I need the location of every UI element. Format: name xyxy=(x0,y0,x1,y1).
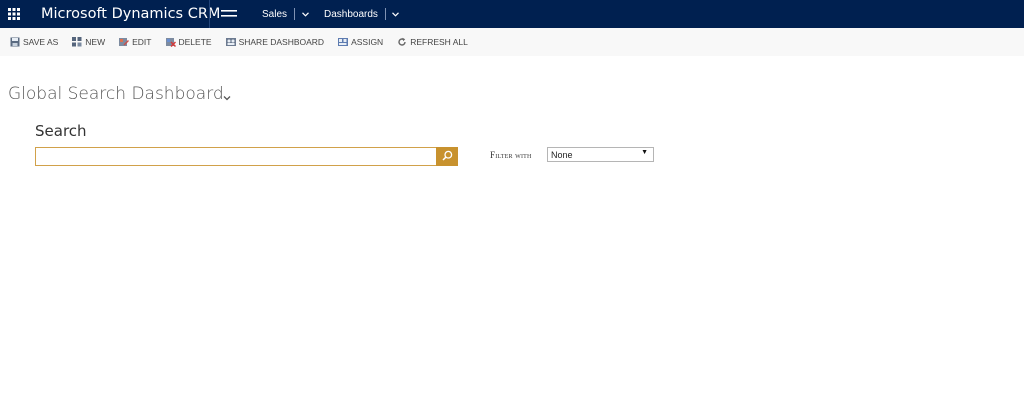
new-icon xyxy=(72,37,82,47)
delete-button[interactable]: DELETE xyxy=(165,37,212,48)
chevron-down-icon[interactable] xyxy=(391,0,401,28)
refresh-all-button[interactable]: REFRESH ALL xyxy=(397,37,468,47)
search-icon xyxy=(441,148,453,166)
page-title[interactable]: Global Search Dashboard xyxy=(8,84,224,104)
edit-label: EDIT xyxy=(132,37,152,47)
refresh-icon xyxy=(397,37,407,47)
app-launcher-icon[interactable] xyxy=(0,0,28,28)
share-icon xyxy=(225,37,236,47)
search-heading: Search xyxy=(35,122,87,140)
hamburger-menu-icon[interactable] xyxy=(210,0,248,28)
share-dashboard-button[interactable]: SHARE DASHBOARD xyxy=(225,37,325,47)
save-as-button[interactable]: SAVE AS xyxy=(10,37,58,47)
share-dashboard-label: SHARE DASHBOARD xyxy=(238,37,325,47)
app-title[interactable]: Microsoft Dynamics CRM xyxy=(41,6,220,22)
refresh-all-label: REFRESH ALL xyxy=(410,37,468,47)
filter-selected-value: None xyxy=(551,149,573,160)
save-as-label: SAVE AS xyxy=(23,37,59,47)
nav-area-sales[interactable]: Sales xyxy=(262,0,287,28)
new-button[interactable]: NEW xyxy=(72,37,105,47)
filter-with-select[interactable]: None ▼ xyxy=(547,147,654,162)
assign-label: ASSIGN xyxy=(351,37,384,47)
dropdown-arrow-icon: ▼ xyxy=(641,149,648,156)
assign-icon xyxy=(338,37,349,47)
nav-divider xyxy=(384,8,386,20)
nav-subarea-dashboards[interactable]: Dashboards xyxy=(324,0,378,28)
filter-with-label: Filter with xyxy=(490,150,532,160)
command-bar: SAVE AS NEW EDIT DELETE SHARE DASHBOARD … xyxy=(0,28,1024,56)
chevron-down-icon[interactable] xyxy=(300,0,310,28)
new-label: NEW xyxy=(85,37,106,47)
top-nav-bar: Microsoft Dynamics CRM Sales Dashboards xyxy=(0,0,1024,28)
edit-icon xyxy=(119,37,130,47)
delete-icon xyxy=(165,37,176,48)
edit-button[interactable]: EDIT xyxy=(119,37,152,47)
assign-button[interactable]: ASSIGN xyxy=(338,37,383,47)
chevron-down-icon[interactable] xyxy=(222,90,232,101)
nav-divider xyxy=(294,8,296,20)
search-button[interactable] xyxy=(436,147,458,166)
delete-label: DELETE xyxy=(178,37,212,47)
save-as-icon xyxy=(10,37,20,47)
search-input[interactable] xyxy=(35,147,437,166)
